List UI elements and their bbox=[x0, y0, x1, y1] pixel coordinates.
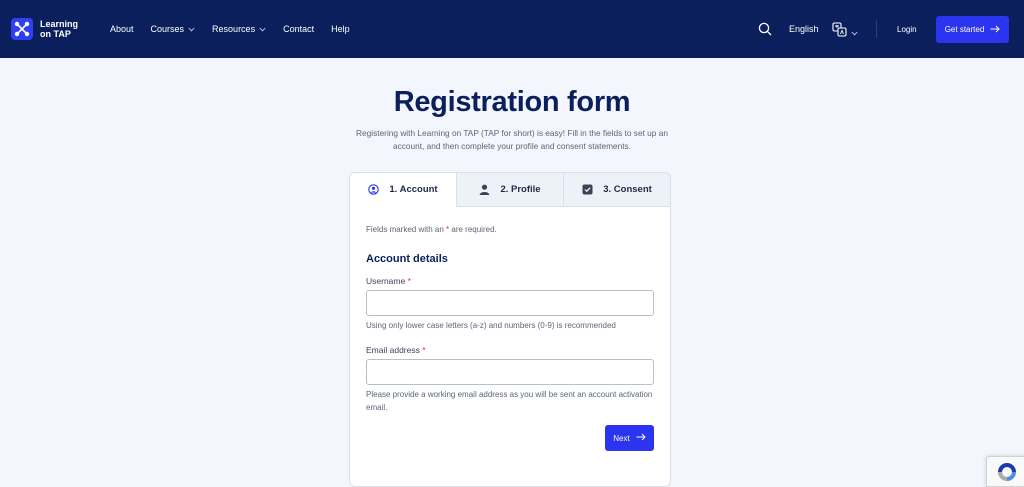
required-fields-note: Fields marked with an * are required. bbox=[366, 225, 497, 234]
translate-button[interactable] bbox=[832, 22, 858, 42]
user-icon bbox=[479, 184, 490, 195]
nav-label: Courses bbox=[150, 24, 185, 34]
label-text: Username bbox=[366, 276, 406, 286]
checkbox-icon bbox=[582, 184, 593, 195]
translate-icon bbox=[832, 22, 847, 42]
step-tabs: 1. Account 2. Profile 3. Consent bbox=[350, 173, 670, 207]
chevron-down-icon bbox=[851, 23, 858, 41]
nav-item-courses[interactable]: Courses bbox=[151, 24, 196, 34]
nav-item-contact[interactable]: Contact bbox=[283, 24, 314, 34]
email-help: Please provide a working email address a… bbox=[366, 390, 653, 412]
nav-item-about[interactable]: About bbox=[110, 24, 134, 34]
page-intro: Registering with Learning on TAP (TAP fo… bbox=[356, 128, 668, 151]
nav-label: Resources bbox=[212, 24, 256, 34]
note-text: Fields marked with an bbox=[366, 225, 447, 234]
section-title: Account details bbox=[366, 253, 448, 265]
nav-label: Help bbox=[331, 24, 350, 34]
username-input[interactable] bbox=[366, 290, 654, 316]
email-input[interactable] bbox=[366, 359, 654, 385]
language-selector[interactable]: English bbox=[789, 24, 819, 34]
username-label: Username * bbox=[366, 276, 411, 286]
next-label: Next bbox=[613, 433, 630, 443]
search-icon[interactable] bbox=[758, 22, 772, 36]
required-star: * bbox=[407, 276, 411, 286]
next-button[interactable]: Next bbox=[605, 425, 654, 451]
tab-account[interactable]: 1. Account bbox=[350, 173, 456, 207]
header-divider bbox=[876, 20, 877, 38]
recaptcha-badge[interactable] bbox=[986, 456, 1024, 487]
required-star: * bbox=[422, 345, 426, 355]
get-started-button[interactable]: Get started bbox=[936, 16, 1009, 43]
brand-logo[interactable]: Learning on TAP bbox=[11, 18, 86, 40]
chevron-down-icon bbox=[188, 24, 195, 34]
arrow-right-icon bbox=[636, 433, 646, 443]
page-title: Registration form bbox=[393, 86, 631, 118]
note-text: are required. bbox=[449, 225, 497, 234]
email-label: Email address * bbox=[366, 345, 426, 355]
login-link[interactable]: Login bbox=[897, 25, 917, 34]
get-started-label: Get started bbox=[944, 25, 985, 34]
tab-label: 3. Consent bbox=[603, 184, 652, 195]
nav-label: Contact bbox=[283, 24, 315, 34]
main-nav: About Courses Resources Contact Help bbox=[110, 24, 367, 34]
nav-item-help[interactable]: Help bbox=[331, 24, 350, 34]
tab-label: 2. Profile bbox=[500, 184, 541, 195]
recaptcha-icon bbox=[998, 463, 1016, 481]
chevron-down-icon bbox=[259, 24, 266, 34]
nav-item-resources[interactable]: Resources bbox=[212, 24, 266, 34]
nav-label: About bbox=[110, 24, 134, 34]
arrow-right-icon bbox=[990, 25, 1000, 35]
tab-consent[interactable]: 3. Consent bbox=[563, 173, 670, 206]
top-nav-bar: Learning on TAP About Courses Resources … bbox=[0, 0, 1024, 58]
logo-icon bbox=[11, 18, 33, 40]
user-circle-icon bbox=[368, 184, 380, 195]
tab-profile[interactable]: 2. Profile bbox=[456, 173, 563, 206]
registration-card: 1. Account 2. Profile 3. Consent Fields … bbox=[349, 172, 671, 487]
label-text: Email address bbox=[366, 345, 420, 355]
tab-label: 1. Account bbox=[389, 184, 438, 195]
brand-name: Learning on TAP bbox=[40, 19, 79, 39]
username-help: Using only lower case letters (a-z) and … bbox=[366, 321, 616, 330]
